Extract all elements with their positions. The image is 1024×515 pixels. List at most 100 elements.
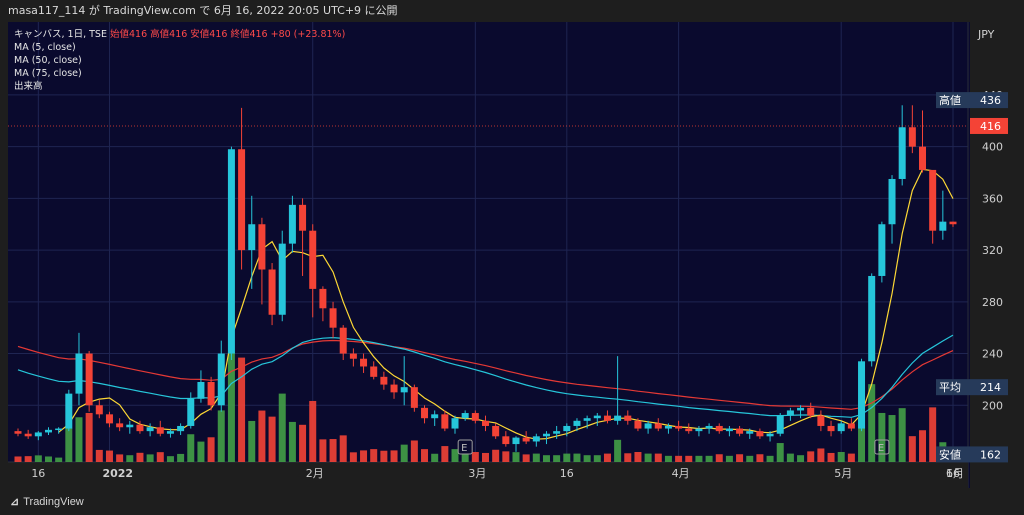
candle-body xyxy=(685,428,693,432)
candle-body xyxy=(817,415,825,426)
candle-body xyxy=(319,288,327,309)
volume-bar xyxy=(380,450,388,462)
volume-bar xyxy=(95,449,103,462)
volume-bar xyxy=(278,393,286,462)
legend-symbol: キャンバス, 1日, TSE xyxy=(14,29,107,40)
volume-bar xyxy=(65,428,73,462)
volume-bar xyxy=(166,456,174,462)
candle-body xyxy=(553,431,561,434)
volume-bar xyxy=(502,451,510,462)
volume-bar xyxy=(55,457,63,462)
avg-badge-value: 214 xyxy=(980,381,1001,394)
candle-body xyxy=(858,361,866,429)
candle-body xyxy=(166,431,174,434)
candle-body xyxy=(807,407,815,416)
chart-legend: キャンバス, 1日, TSE 始値416 高値416 安値416 終値416 +… xyxy=(14,28,345,93)
candle-body xyxy=(776,415,784,434)
volume-bar xyxy=(410,440,418,462)
candle-body xyxy=(390,384,398,393)
candle-body xyxy=(756,431,764,437)
time-axis-panel xyxy=(8,462,968,488)
volume-bar xyxy=(461,454,469,462)
candle-body xyxy=(136,424,144,432)
candle-body xyxy=(837,423,845,432)
volume-bar xyxy=(288,421,296,462)
volume-bar xyxy=(573,453,581,462)
candle-body xyxy=(410,387,418,408)
candle-body xyxy=(654,423,662,429)
x-tick-label: 4月 xyxy=(672,467,690,480)
volume-bar xyxy=(299,424,307,462)
candle-body xyxy=(380,376,388,385)
candle-body xyxy=(238,149,246,251)
volume-bar xyxy=(675,455,683,462)
candle-body xyxy=(461,413,469,419)
candle-body xyxy=(177,425,185,432)
volume-bar xyxy=(736,454,744,462)
volume-bar xyxy=(624,453,632,462)
volume-bar xyxy=(431,453,439,462)
volume-bar xyxy=(776,443,784,462)
volume-bar xyxy=(227,352,235,462)
volume-bar xyxy=(34,455,42,462)
volume-bar xyxy=(14,456,22,462)
volume-bar xyxy=(248,420,256,462)
candle-body xyxy=(105,414,113,424)
volume-bar xyxy=(390,450,398,462)
candle-body xyxy=(421,407,429,419)
volume-bar xyxy=(258,410,266,462)
candle-body xyxy=(85,353,93,406)
candle-body xyxy=(898,127,906,179)
volume-bar xyxy=(593,455,601,462)
y-tick-label: 200 xyxy=(982,399,1003,412)
earnings-marker-label: E xyxy=(878,443,884,454)
candle-body xyxy=(725,428,733,432)
volume-bar xyxy=(563,453,571,462)
candle-body xyxy=(542,433,550,437)
volume-bar xyxy=(654,453,662,462)
volume-bar xyxy=(908,436,916,462)
candle-body xyxy=(187,398,195,426)
legend-ma5[interactable]: MA (5, close) xyxy=(14,41,345,54)
volume-bar xyxy=(370,449,378,462)
volume-bar xyxy=(583,455,591,462)
volume-bar xyxy=(197,441,205,462)
last-price-badge-value: 416 xyxy=(980,120,1001,133)
legend-ma50[interactable]: MA (50, close) xyxy=(14,54,345,67)
tradingview-logo[interactable]: ⊿ TradingView xyxy=(10,495,84,508)
chart-frame[interactable]: EE200240280320360400440JPY1620222月3月164月… xyxy=(8,22,1010,488)
candle-body xyxy=(908,127,916,147)
x-tick-label: 5月 xyxy=(834,467,852,480)
candle-body xyxy=(746,431,754,434)
volume-bar xyxy=(553,455,561,462)
candle-body xyxy=(603,415,611,421)
candle-body xyxy=(339,327,347,354)
volume-bar xyxy=(441,446,449,462)
legend-volume[interactable]: 出来高 xyxy=(14,80,345,93)
candle-body xyxy=(156,427,164,434)
candle-body xyxy=(34,432,42,437)
low-badge-label: 安値 xyxy=(939,447,961,461)
volume-bar xyxy=(512,452,520,462)
volume-bar xyxy=(24,456,32,462)
candle-body xyxy=(675,425,683,429)
candle-body xyxy=(349,353,357,359)
volume-bar xyxy=(634,452,642,462)
volume-bar xyxy=(329,439,337,462)
candle-body xyxy=(451,418,459,429)
y-tick-label: 360 xyxy=(982,192,1003,205)
candle-body xyxy=(614,415,622,421)
candle-body xyxy=(217,353,225,406)
candle-body xyxy=(502,436,510,445)
candle-body xyxy=(126,424,134,428)
legend-ma75[interactable]: MA (75, close) xyxy=(14,67,345,80)
high-badge-value: 436 xyxy=(980,94,1001,107)
candle-body xyxy=(797,407,805,411)
volume-bar xyxy=(807,451,815,462)
publish-header: masa117_114 が TradingView.com で 6月 16, 2… xyxy=(0,0,1024,22)
volume-bar xyxy=(664,455,672,462)
candle-body xyxy=(146,427,154,432)
volume-bar xyxy=(126,455,134,462)
candle-body xyxy=(207,382,215,406)
candle-body xyxy=(55,428,63,431)
